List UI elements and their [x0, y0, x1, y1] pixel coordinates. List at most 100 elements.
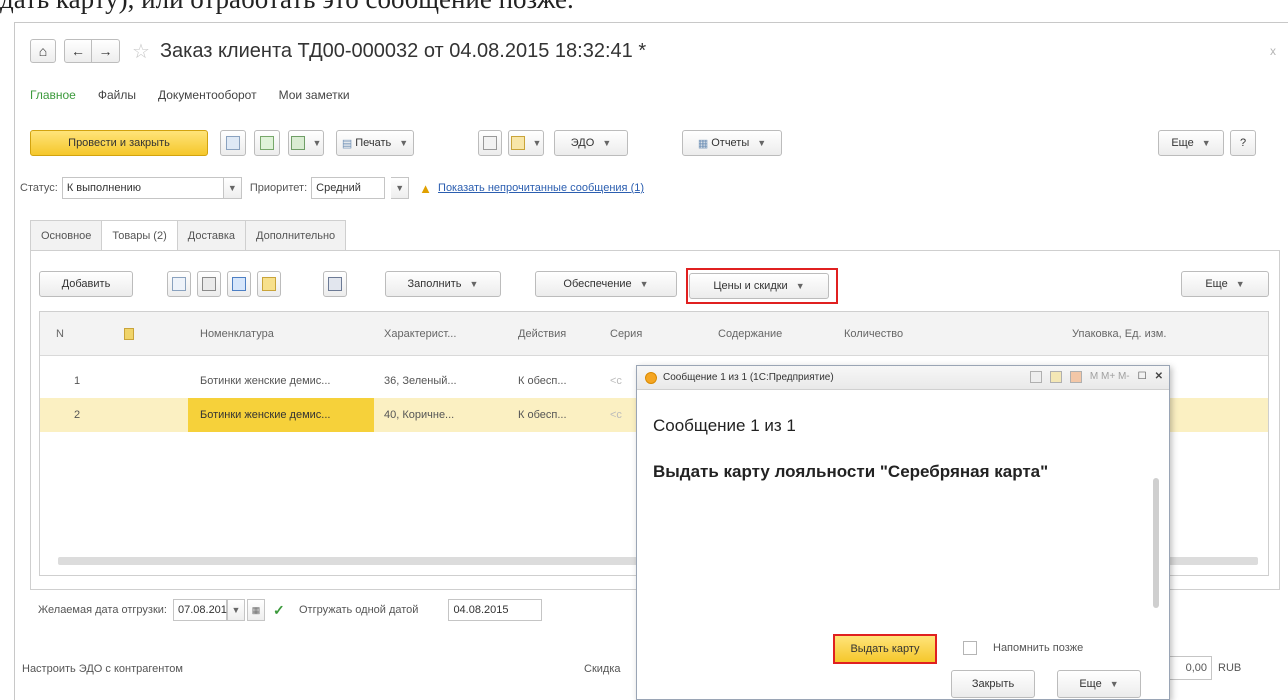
col-series[interactable]: Серия [610, 312, 642, 355]
priority-field[interactable]: Средний [311, 177, 386, 199]
more-label: Еще [1171, 137, 1194, 149]
section-files[interactable]: Файлы [98, 88, 136, 102]
title-bar: ⌂ ← → ☆ Заказ клиента ТД00-000032 от 04.… [30, 36, 646, 66]
copy-icon[interactable] [167, 271, 191, 297]
edo-button[interactable]: ЭДО ▼ [554, 130, 628, 156]
remind-later-checkbox[interactable] [963, 641, 977, 655]
col-n[interactable]: N [56, 312, 64, 355]
setup-edo-link[interactable]: Настроить ЭДО с контрагентом [22, 663, 183, 675]
table-more-label: Еще [1205, 278, 1228, 290]
row-action[interactable]: К обесп... [518, 398, 567, 432]
window-close-icon[interactable]: x [1270, 44, 1276, 58]
maximize-icon[interactable]: ☐ [1138, 371, 1147, 383]
one-date-label: Отгружать одной датой [298, 604, 419, 616]
save-icon[interactable] [220, 130, 246, 156]
document-icon[interactable] [478, 130, 502, 156]
section-workflow[interactable]: Документооборот [158, 88, 257, 102]
col-characteristic[interactable]: Характерист... [384, 312, 456, 355]
table-header: N Номенклатура Характерист... Действия С… [40, 312, 1268, 356]
print-button[interactable]: ▤ Печать ▼ [336, 130, 414, 156]
history-nav: ← → [64, 39, 120, 63]
print-label: Печать [355, 137, 392, 149]
row-item[interactable]: Ботинки женские демис... [200, 364, 330, 398]
row-series[interactable]: <с [610, 364, 622, 398]
fill-label: Заполнить [407, 278, 462, 290]
list-icon[interactable] [1049, 371, 1062, 383]
star-icon[interactable]: ☆ [132, 39, 150, 64]
message-text: Выдать карту лояльности "Серебряная карт… [653, 462, 1049, 481]
section-main[interactable]: Главное [30, 88, 76, 102]
unread-messages-link[interactable]: Показать непрочитанные сообщения (1) [438, 182, 644, 194]
printer-icon: ▤ [341, 137, 353, 150]
reports-label: Отчеты [711, 137, 750, 149]
more-button[interactable]: Еще ▼ [1158, 130, 1224, 156]
col-actions[interactable]: Действия [518, 312, 566, 355]
status-row: Статус: К выполнению ▼ Приоритет: Средни… [20, 176, 644, 200]
row-item[interactable]: Ботинки женские демис... [188, 398, 374, 432]
one-date-checkbox[interactable]: ✓ [273, 603, 287, 617]
section-nav: Главное Файлы Документооборот Мои заметк… [30, 88, 350, 102]
post-and-close-button[interactable]: Провести и закрыть [30, 130, 208, 156]
status-dropdown-icon[interactable]: ▼ [223, 177, 242, 199]
calendar-icon[interactable]: ▦ [246, 599, 265, 621]
section-notes[interactable]: Мои заметки [279, 88, 350, 102]
reports-icon: ▦ [697, 137, 709, 150]
1c-logo-icon [645, 371, 657, 384]
col-quantity[interactable]: Количество [844, 312, 903, 355]
highlight-prices-button [686, 268, 838, 304]
paste-icon[interactable] [197, 271, 221, 297]
tab-main[interactable]: Основное [30, 220, 103, 250]
attachment-icon[interactable]: ▼ [508, 130, 544, 156]
provision-label: Обеспечение [563, 278, 632, 290]
document-col-icon [124, 327, 134, 340]
edo-label: ЭДО [570, 137, 595, 149]
fill-button[interactable]: Заполнить ▼ [385, 271, 501, 297]
row-action[interactable]: К обесп... [518, 364, 567, 398]
col-content[interactable]: Содержание [718, 312, 782, 355]
message-window-tools: M M+ M- ☐ ✕ [1029, 371, 1163, 383]
priority-dropdown-icon[interactable]: ▼ [391, 177, 410, 199]
arrow-left-icon[interactable]: ← [64, 39, 92, 63]
currency-label: RUB [1218, 662, 1242, 674]
create-based-on-icon[interactable]: ▼ [288, 130, 324, 156]
reports-button[interactable]: ▦ Отчеты ▼ [682, 130, 782, 156]
message-scrollbar[interactable] [1153, 478, 1159, 608]
memory-buttons[interactable]: M M+ M- [1090, 371, 1130, 383]
row-characteristic[interactable]: 36, Зеленый... [384, 364, 457, 398]
row-characteristic[interactable]: 40, Коричне... [384, 398, 454, 432]
document-caption-text: дать карту), или отработать это сообщени… [0, 0, 1288, 20]
col-package[interactable]: Упаковка, Ед. изм. [1072, 312, 1166, 355]
date-dropdown-icon[interactable]: ▼ [226, 599, 245, 621]
close-button[interactable]: Закрыть [951, 670, 1035, 698]
share-icon[interactable] [227, 271, 251, 297]
message-more-button[interactable]: Еще ▼ [1057, 670, 1141, 698]
issue-card-button[interactable]: Выдать карту [833, 634, 937, 664]
remind-later-label: Напомнить позже [993, 642, 1084, 654]
provision-button[interactable]: Обеспечение ▼ [535, 271, 677, 297]
one-date-field[interactable]: 04.08.2015 [448, 599, 543, 621]
save-icon[interactable] [1029, 371, 1042, 383]
status-field[interactable]: К выполнению [61, 177, 224, 199]
tab-delivery[interactable]: Доставка [176, 220, 246, 250]
post-icon[interactable] [254, 130, 280, 156]
tab-goods[interactable]: Товары (2) [101, 220, 178, 250]
col-icon[interactable] [124, 312, 134, 355]
folder-icon[interactable] [257, 271, 281, 297]
status-label: Статус: [20, 182, 58, 194]
barcode-icon[interactable] [323, 271, 347, 297]
row-series[interactable]: <с [610, 398, 622, 432]
arrow-right-icon[interactable]: → [92, 39, 120, 63]
tab-additional[interactable]: Дополнительно [245, 220, 347, 250]
desired-date-field[interactable]: 07.08.2015 [172, 599, 233, 621]
home-icon[interactable]: ⌂ [30, 39, 56, 63]
table-more-button[interactable]: Еще ▼ [1181, 271, 1269, 297]
add-button[interactable]: Добавить [39, 271, 133, 297]
col-nomenclature[interactable]: Номенклатура [200, 312, 274, 355]
close-icon[interactable]: ✕ [1155, 371, 1163, 383]
message-heading: Сообщение 1 из 1 [653, 416, 796, 435]
help-button[interactable]: ? [1230, 130, 1256, 156]
discount-label: Скидка [584, 663, 621, 675]
message-dialog: Сообщение 1 из 1 (1С:Предприятие) M M+ M… [636, 365, 1170, 700]
calendar-icon[interactable] [1069, 371, 1082, 383]
page-title: Заказ клиента ТД00-000032 от 04.08.2015 … [159, 39, 647, 62]
